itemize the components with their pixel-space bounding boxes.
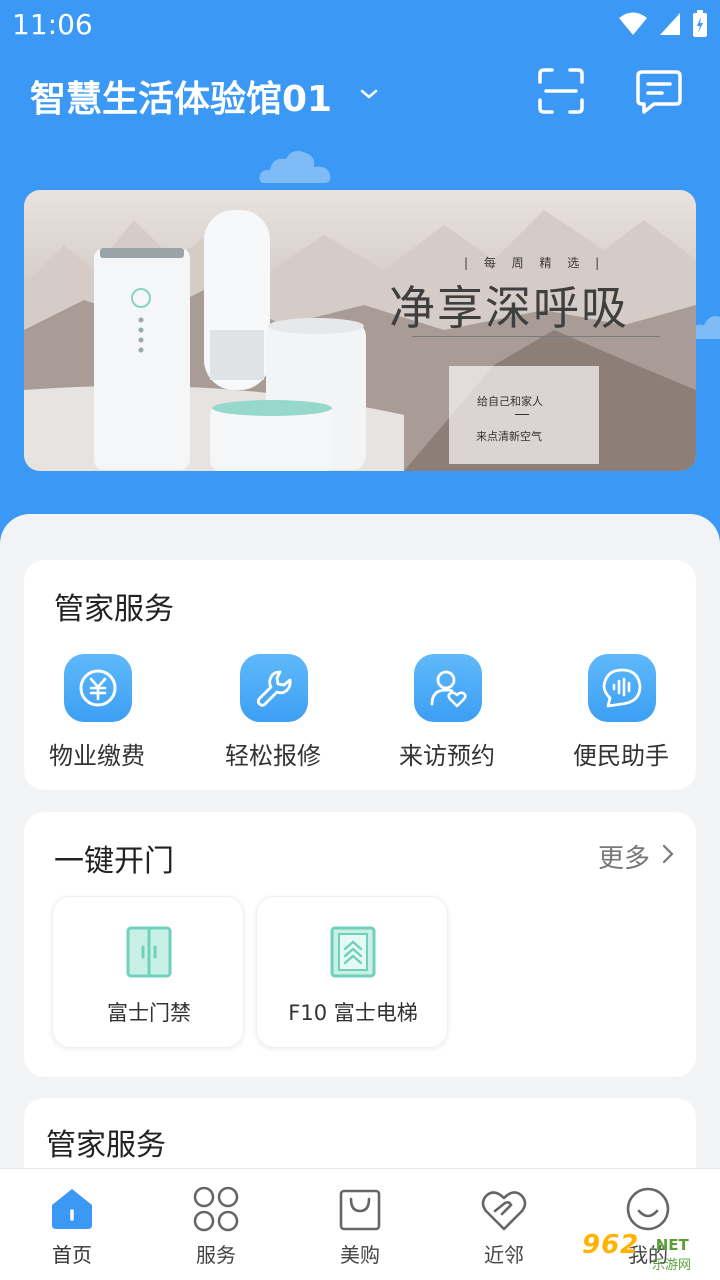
banner-tag: | 每 周 精 选 |	[464, 256, 606, 270]
elevator-icon	[330, 926, 376, 978]
watermark-brand: 962	[582, 1230, 640, 1260]
banner-line-2: 来点清新空气	[476, 430, 542, 443]
door-title: 一键开门	[54, 844, 174, 879]
service-label: 物业缴费	[49, 742, 145, 770]
tab-home[interactable]: 首页	[0, 1169, 144, 1280]
tab-label: 首页	[52, 1243, 92, 1267]
status-time: 11:06	[12, 8, 93, 41]
tab-services[interactable]: 服务	[144, 1169, 288, 1280]
door-label: 富士门禁	[107, 1001, 191, 1025]
door-tile-elevator[interactable]: F10 富士电梯	[256, 896, 448, 1048]
more-link[interactable]: 更多	[598, 838, 650, 875]
shopping-bag-icon	[339, 1189, 381, 1231]
tab-label: 美购	[340, 1243, 380, 1267]
community-name[interactable]: 智慧生活体验馆01	[30, 70, 332, 122]
status-bar: 11:06	[0, 0, 720, 50]
tab-shop[interactable]: 美购	[288, 1169, 432, 1280]
app-screen: 11:06 智慧生活体验馆01 | 每 周 精 选 | 净享深呼吸 给自己和家人…	[0, 0, 720, 1280]
promo-banner[interactable]: | 每 周 精 选 | 净享深呼吸 给自己和家人 来点清新空气	[24, 190, 696, 471]
yen-icon	[64, 654, 132, 722]
service-assistant[interactable]: 便民助手	[556, 654, 686, 774]
grid-icon	[193, 1186, 239, 1232]
banner-headline: 净享深呼吸	[389, 281, 629, 335]
services2-title: 管家服务	[46, 1128, 166, 1163]
scan-frame-icon[interactable]	[536, 66, 586, 116]
banner-divider	[412, 336, 660, 337]
door-label: F10 富士电梯	[288, 1001, 418, 1025]
home-icon	[52, 1189, 92, 1229]
service-label: 便民助手	[573, 742, 669, 770]
tab-label: 近邻	[484, 1243, 524, 1267]
door-tile-access[interactable]: 富士门禁	[52, 896, 244, 1048]
voice-assistant-icon	[588, 654, 656, 722]
banner-dash	[515, 414, 529, 415]
wrench-icon	[240, 654, 308, 722]
services-title: 管家服务	[54, 592, 174, 627]
banner-card	[449, 366, 599, 464]
visitor-heart-icon	[414, 654, 482, 722]
message-icon[interactable]	[634, 66, 684, 116]
battery-icon	[693, 10, 707, 37]
services-card: 管家服务 物业缴费 轻松报修 来访预约 便民助手	[24, 560, 696, 790]
chevron-right-icon[interactable]	[660, 844, 676, 864]
watermark-net: .NET	[650, 1236, 689, 1254]
door-icon	[126, 926, 172, 978]
chevron-down-icon[interactable]	[355, 82, 383, 106]
tab-label: 服务	[196, 1243, 236, 1267]
service-label: 轻松报修	[225, 742, 321, 770]
banner-line-1: 给自己和家人	[477, 395, 543, 408]
service-label: 来访预约	[399, 742, 495, 770]
wifi-icon	[619, 12, 647, 35]
cloud-decoration	[259, 151, 331, 183]
service-visitor[interactable]: 来访预约	[382, 654, 512, 774]
door-card: 一键开门 更多 富士门禁 F10 富士电梯	[24, 812, 696, 1077]
signal-icon	[660, 13, 680, 35]
status-icons	[618, 10, 708, 38]
neighbor-heart-icon	[481, 1191, 527, 1231]
service-property-fee[interactable]: 物业缴费	[32, 654, 162, 774]
top-bar: 智慧生活体验馆01	[0, 60, 720, 130]
watermark-sub: 乐游网	[652, 1258, 692, 1273]
tab-neighbors[interactable]: 近邻	[432, 1169, 576, 1280]
service-repair[interactable]: 轻松报修	[208, 654, 338, 774]
